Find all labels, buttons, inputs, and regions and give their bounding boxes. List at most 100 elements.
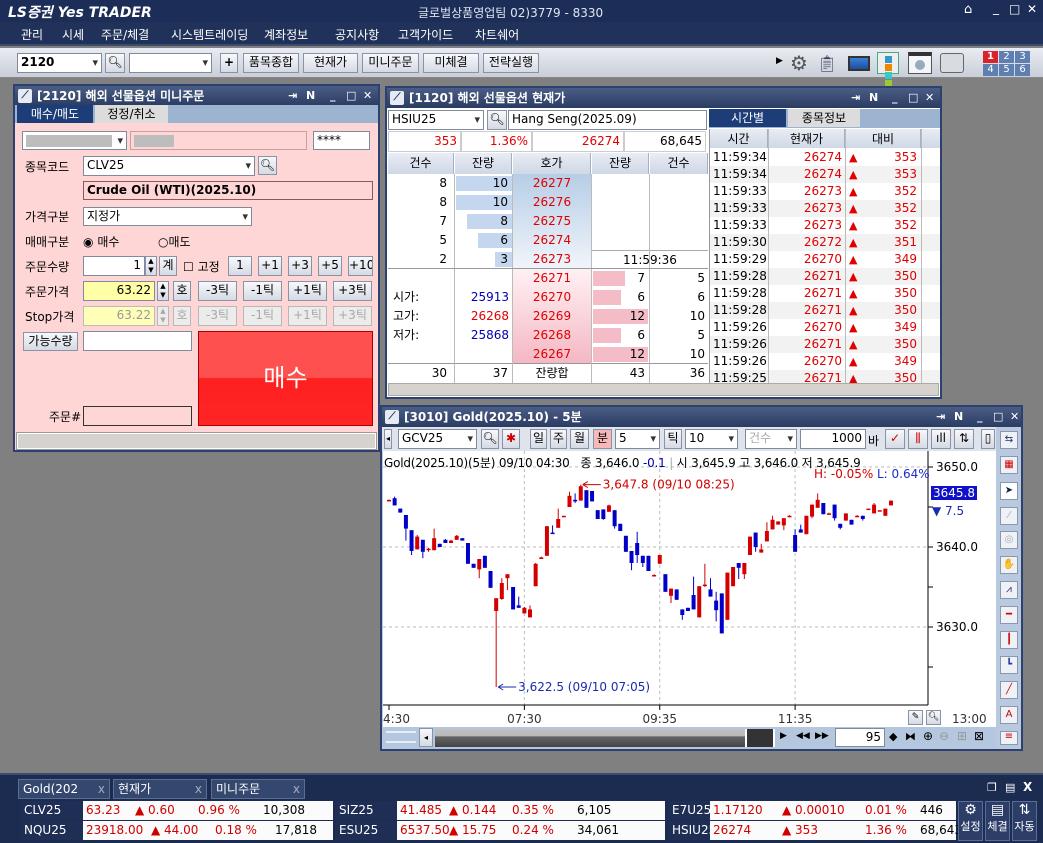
close-icon[interactable]: x xyxy=(98,780,105,798)
code-search-button[interactable]: 🔍︎ xyxy=(258,156,277,175)
ticker-code[interactable]: HSIU25 xyxy=(668,821,716,840)
window-tab[interactable]: Gold(202 x xyxy=(18,779,110,799)
sort-arrows-icon[interactable]: ⇅ xyxy=(954,429,974,449)
scroll-right-icon[interactable]: ▶ xyxy=(780,731,787,741)
settings-clipboard-icon[interactable]: 📋︎ xyxy=(815,51,839,75)
price-type-combo[interactable]: 지정가 xyxy=(83,207,252,226)
bars-input[interactable]: 1000 xyxy=(800,429,866,449)
ask-price[interactable]: 26273 xyxy=(513,250,591,269)
reset-icon[interactable]: ⊠ xyxy=(974,729,984,743)
scroll-thumb[interactable] xyxy=(745,729,775,747)
compare-icon[interactable]: ▦ xyxy=(1000,456,1018,474)
zoom-button[interactable]: 🔍︎ xyxy=(926,710,941,725)
menu-item[interactable]: 관리 xyxy=(21,26,43,43)
window-title-bar[interactable]: ⟋ [1120] 해외 선물옵션 현재가 ⇥ N _ □ ✕ xyxy=(387,88,940,108)
code-combo[interactable]: CLV25 xyxy=(83,156,255,176)
minimize-icon[interactable]: _ xyxy=(330,86,336,106)
menu-item[interactable]: 주문/체결 xyxy=(101,26,149,43)
qty-stepper[interactable]: ▲ ▼ xyxy=(145,256,157,276)
hand-icon[interactable]: ✋ xyxy=(1000,556,1018,574)
horizontal-line-icon[interactable]: ━ xyxy=(1000,606,1018,624)
settings-button[interactable]: ⚙ 설정 xyxy=(958,801,983,841)
scroll-grip[interactable] xyxy=(386,731,416,743)
close-icon[interactable]: x xyxy=(293,780,300,798)
bid-price[interactable]: 26267 xyxy=(513,345,591,364)
menu-item[interactable]: 시세 xyxy=(62,26,84,43)
interval-combo[interactable]: 5 xyxy=(615,429,660,449)
fit-icon[interactable]: ⊞ xyxy=(957,729,967,743)
visible-bars-input[interactable]: 95 xyxy=(835,728,885,747)
bid-price[interactable]: 26270 xyxy=(513,288,591,307)
account-combo[interactable] xyxy=(22,131,127,150)
monitor-icon[interactable] xyxy=(846,52,872,74)
scroll-left-button[interactable]: ◂ xyxy=(419,728,433,747)
tick-button[interactable]: -1틱 xyxy=(243,281,282,301)
toolbar-button[interactable]: 전략실행 xyxy=(483,53,539,73)
chart-code-combo[interactable]: GCV25 xyxy=(398,429,477,449)
fix-checkbox[interactable]: ☐ 고정 xyxy=(183,258,220,275)
gear-icon[interactable]: ⚙ xyxy=(787,51,811,75)
cross-line-icon[interactable]: ┗ xyxy=(1000,656,1018,674)
draw-pencil-button[interactable]: ✎ xyxy=(908,710,923,725)
qty-preset-button[interactable]: +10 xyxy=(348,256,373,276)
qty-preset-button[interactable]: +5 xyxy=(318,256,342,276)
quote-code-combo[interactable]: HSIU25 xyxy=(388,110,484,130)
toolbar-scroll-left[interactable]: ◂ xyxy=(384,429,392,449)
window-tab[interactable]: 현재가 x xyxy=(113,779,207,799)
menu-item[interactable]: 공지사항 xyxy=(335,26,379,43)
layout-button[interactable]: 1 xyxy=(983,51,998,63)
quote-search-button[interactable]: 🔍︎ xyxy=(487,110,507,130)
n-icon[interactable]: N xyxy=(306,86,315,106)
maximize-icon[interactable]: □ xyxy=(993,407,1003,427)
minimize-icon[interactable]: _ xyxy=(892,88,898,108)
close-all-icon[interactable]: X xyxy=(1023,780,1032,794)
period-month[interactable]: 월 xyxy=(570,429,589,449)
layout-button[interactable]: 3 xyxy=(1015,51,1030,63)
home-icon[interactable]: ⌂ xyxy=(964,2,972,17)
ticker-code[interactable]: E7U25 xyxy=(668,801,711,820)
menu-item[interactable]: 차트쉐어 xyxy=(475,26,519,43)
tab-buy-sell[interactable]: 매수/매도 xyxy=(17,105,93,123)
ask-price[interactable]: 26277 xyxy=(513,174,591,193)
layout-button[interactable]: 2 xyxy=(999,51,1014,63)
price-stepper[interactable]: ▲ ▼ xyxy=(157,281,169,301)
menu-item[interactable]: 시스템트레이딩 xyxy=(171,26,248,43)
radio-sell[interactable]: ○매도 xyxy=(158,233,191,250)
minimize-icon[interactable]: _ xyxy=(977,407,983,427)
calc-button[interactable]: 계 xyxy=(159,256,177,276)
auto-button[interactable]: ⇅ 자동 xyxy=(1012,801,1037,841)
bid-price[interactable]: 26269 xyxy=(513,307,591,326)
qty-preset-button[interactable]: +1 xyxy=(258,256,282,276)
ticker-code[interactable]: CLV25 xyxy=(20,801,83,820)
layout-button[interactable]: 4 xyxy=(983,64,998,76)
screenshot-icon[interactable] xyxy=(908,52,932,74)
detach-icon[interactable]: ⇥ xyxy=(851,88,860,108)
ask-price[interactable]: 26276 xyxy=(513,193,591,212)
printer-icon[interactable] xyxy=(940,53,964,73)
bid-price[interactable]: 26271 xyxy=(513,269,591,288)
tick-combo[interactable]: 10 xyxy=(685,429,738,449)
layout-button[interactable]: 6 xyxy=(1015,64,1030,76)
screen-number-input[interactable]: 2120 xyxy=(17,53,102,73)
fills-button[interactable]: ▤ 체결 xyxy=(985,801,1010,841)
layout-button[interactable]: 5 xyxy=(999,64,1014,76)
shrink-icon[interactable]: ⧓ xyxy=(905,730,916,743)
fast-forward-icon[interactable]: ▶▶ xyxy=(815,731,829,741)
ticker-code[interactable]: ESU25 xyxy=(335,821,397,840)
window-title-bar[interactable]: ⟋ [3010] Gold(2025.10) - 5분 ⇥ N _ □ ✕ xyxy=(382,407,1021,427)
period-week[interactable]: 주 xyxy=(550,429,567,449)
window-tab[interactable]: 미니주문 x xyxy=(211,779,305,799)
bar-chart-icon[interactable]: ıll xyxy=(931,429,951,449)
maximize-icon[interactable]: □ xyxy=(908,88,918,108)
ticker-code[interactable]: SIZ25 xyxy=(335,801,397,820)
text-tool-icon[interactable]: A xyxy=(1000,706,1018,724)
menu-item[interactable]: 계좌정보 xyxy=(264,26,308,43)
tiles-icon[interactable] xyxy=(877,52,899,87)
cursor-icon[interactable]: ➤ xyxy=(1000,482,1018,500)
tick-button[interactable]: +1틱 xyxy=(288,281,327,301)
tick-period-button[interactable]: 틱 xyxy=(664,429,682,449)
trend-icon[interactable]: ⩘ xyxy=(1000,581,1018,599)
maximize-icon[interactable]: □ xyxy=(1009,2,1020,16)
ask-price[interactable]: 26274 xyxy=(513,231,591,250)
detach-icon[interactable]: ⇥ xyxy=(288,86,297,106)
